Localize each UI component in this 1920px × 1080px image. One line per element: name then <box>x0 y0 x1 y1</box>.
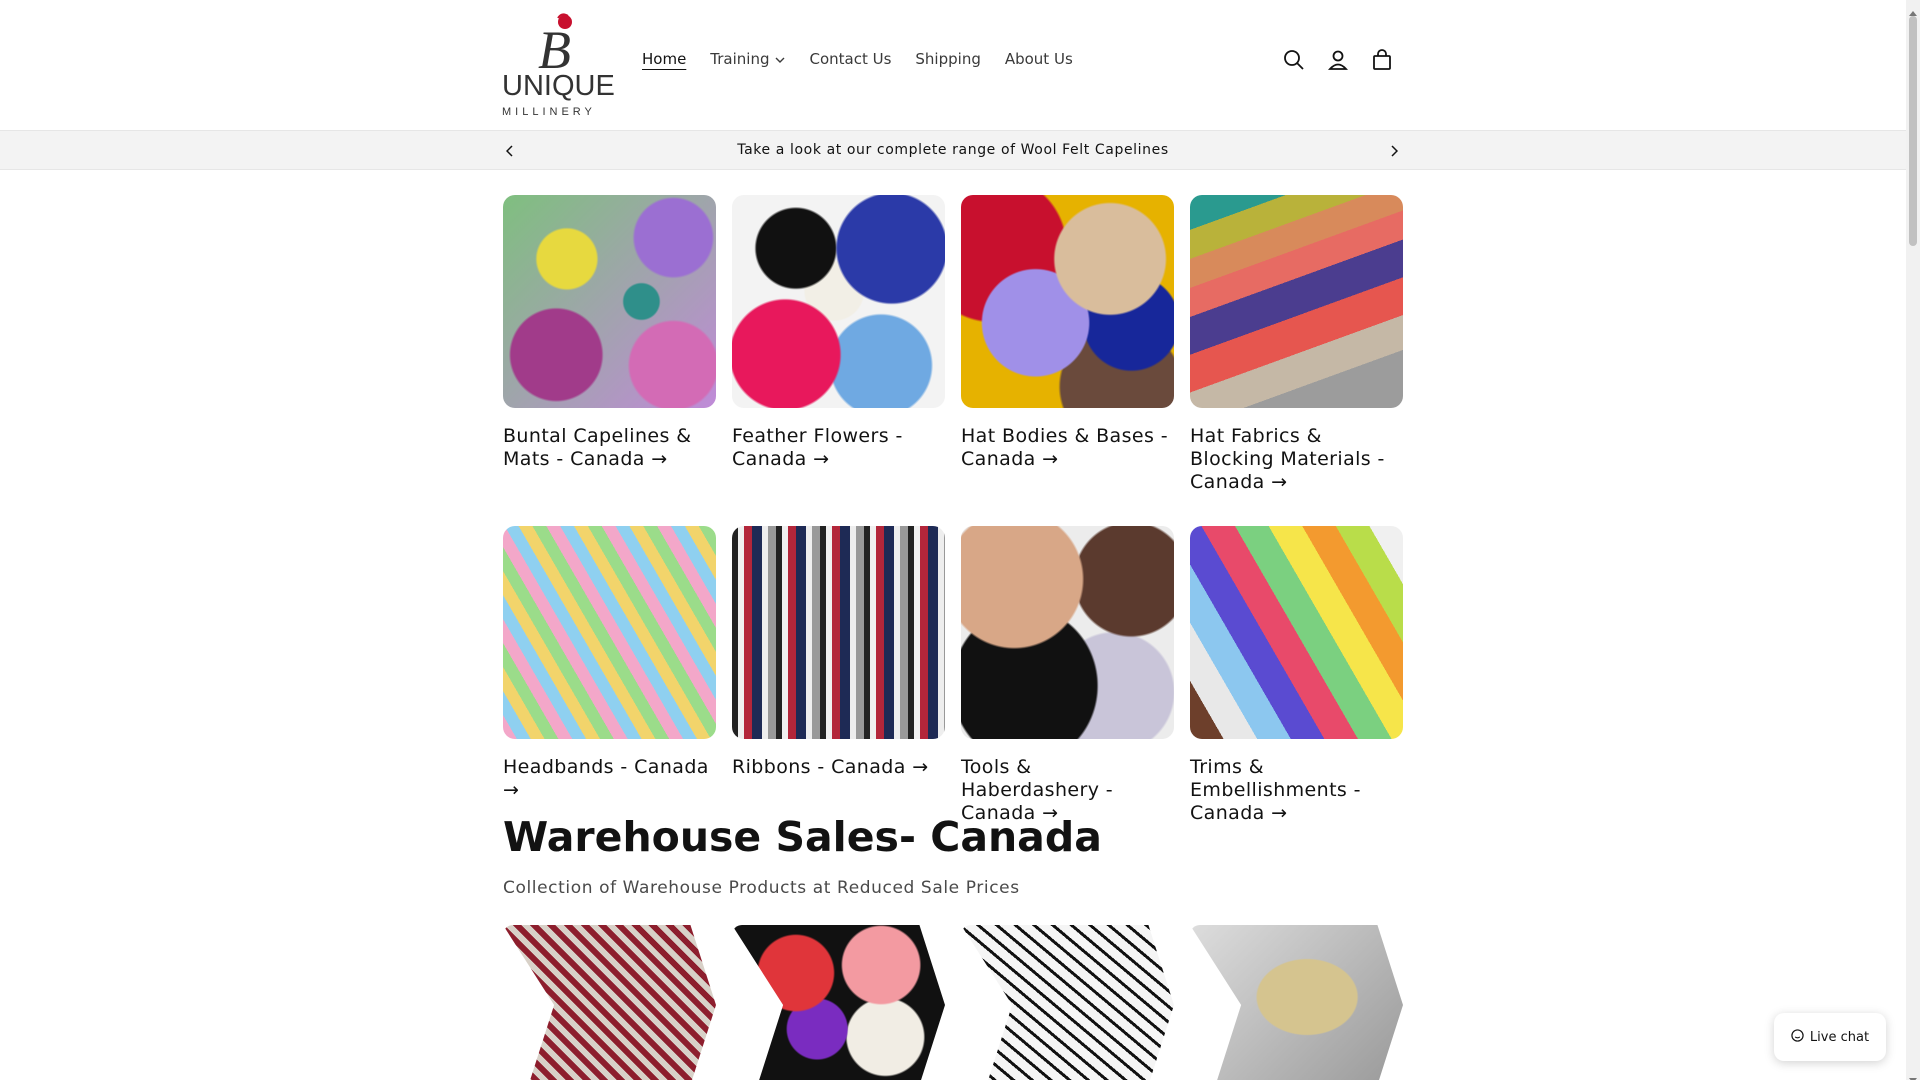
nav-about[interactable]: About Us <box>1005 50 1073 68</box>
collection-title[interactable]: Ribbons - Canada → <box>732 756 945 779</box>
collection-card[interactable]: Tools & Haberdashery - Canada → <box>961 526 1174 825</box>
scroll-down-icon[interactable] <box>1909 1069 1917 1080</box>
site-header: B UNIQUE MILLINERY Home Training Contact… <box>0 0 1906 131</box>
collection-image[interactable] <box>1190 526 1403 739</box>
collection-card[interactable]: Hat Fabrics & Blocking Materials - Canad… <box>1190 195 1403 494</box>
collection-title[interactable]: Feather Flowers - Canada → <box>732 425 945 471</box>
main-nav: Home Training Contact Us Shipping About … <box>642 50 1073 68</box>
scrollbar[interactable] <box>1906 0 1920 1080</box>
search-icon[interactable] <box>1282 48 1306 72</box>
collection-title[interactable]: Trims & Embellishments - Canada → <box>1190 756 1403 825</box>
product-image[interactable] <box>503 925 716 1080</box>
announcement-next-button[interactable] <box>1384 141 1404 161</box>
collection-title[interactable]: Headbands - Canada → <box>503 756 716 802</box>
nav-contact[interactable]: Contact Us <box>809 50 891 68</box>
nav-training[interactable]: Training <box>710 50 785 68</box>
collection-image[interactable] <box>503 195 716 408</box>
nav-home-label: Home <box>642 50 687 68</box>
collection-image[interactable] <box>1190 195 1403 408</box>
chat-smile-icon <box>1791 1028 1804 1046</box>
product-image[interactable] <box>961 925 1174 1080</box>
collection-card[interactable]: Headbands - Canada → <box>503 526 716 825</box>
logo-mark-icon: B <box>538 13 572 76</box>
nav-shipping-label: Shipping <box>915 50 981 68</box>
warehouse-subtitle: Collection of Warehouse Products at Redu… <box>503 878 1020 898</box>
live-chat-button[interactable]: Live chat <box>1774 1013 1886 1061</box>
collection-card[interactable]: Buntal Capelines & Mats - Canada → <box>503 195 716 494</box>
logo[interactable]: B UNIQUE MILLINERY <box>500 10 615 118</box>
announcement-bar: Take a look at our complete range of Woo… <box>0 131 1906 170</box>
scrollbar-thumb[interactable] <box>1909 16 1917 246</box>
scroll-up-icon[interactable] <box>1909 3 1917 16</box>
collection-image[interactable] <box>503 526 716 739</box>
collection-card[interactable]: Feather Flowers - Canada → <box>732 195 945 494</box>
collection-title[interactable]: Hat Bodies & Bases - Canada → <box>961 425 1174 471</box>
nav-about-label: About Us <box>1004 50 1073 68</box>
logo-mark-letter: B <box>538 20 571 76</box>
logo-sub: MILLINERY <box>502 106 596 118</box>
cart-icon[interactable] <box>1370 48 1394 72</box>
collection-image[interactable] <box>961 195 1174 408</box>
product-image[interactable] <box>1190 925 1403 1080</box>
collection-card[interactable]: Trims & Embellishments - Canada → <box>1190 526 1403 825</box>
collection-image[interactable] <box>732 526 945 739</box>
logo-word: UNIQUE <box>502 70 615 102</box>
chevron-down-icon <box>775 53 785 66</box>
collection-card[interactable]: Hat Bodies & Bases - Canada → <box>961 195 1174 494</box>
collection-image[interactable] <box>961 526 1174 739</box>
live-chat-label: Live chat <box>1809 1029 1870 1045</box>
nav-training-label: Training <box>710 50 770 68</box>
collection-title[interactable]: Hat Fabrics & Blocking Materials - Canad… <box>1190 425 1403 494</box>
warehouse-title: Warehouse Sales- Canada <box>503 813 1102 861</box>
product-image[interactable] <box>732 925 945 1080</box>
nav-shipping[interactable]: Shipping <box>915 50 980 68</box>
announcement-text[interactable]: Take a look at our complete range of Woo… <box>0 142 1906 158</box>
header-icons <box>1282 48 1394 72</box>
collection-grid: Buntal Capelines & Mats - Canada → Feath… <box>503 195 1403 825</box>
collection-card[interactable]: Ribbons - Canada → <box>732 526 945 825</box>
collection-image[interactable] <box>732 195 945 408</box>
account-icon[interactable] <box>1326 48 1350 72</box>
collection-title[interactable]: Buntal Capelines & Mats - Canada → <box>503 425 716 471</box>
nav-home[interactable]: Home <box>642 50 686 68</box>
nav-contact-label: Contact Us <box>809 50 892 68</box>
chevron-right-icon <box>1391 145 1398 157</box>
warehouse-product-grid <box>503 925 1403 1080</box>
